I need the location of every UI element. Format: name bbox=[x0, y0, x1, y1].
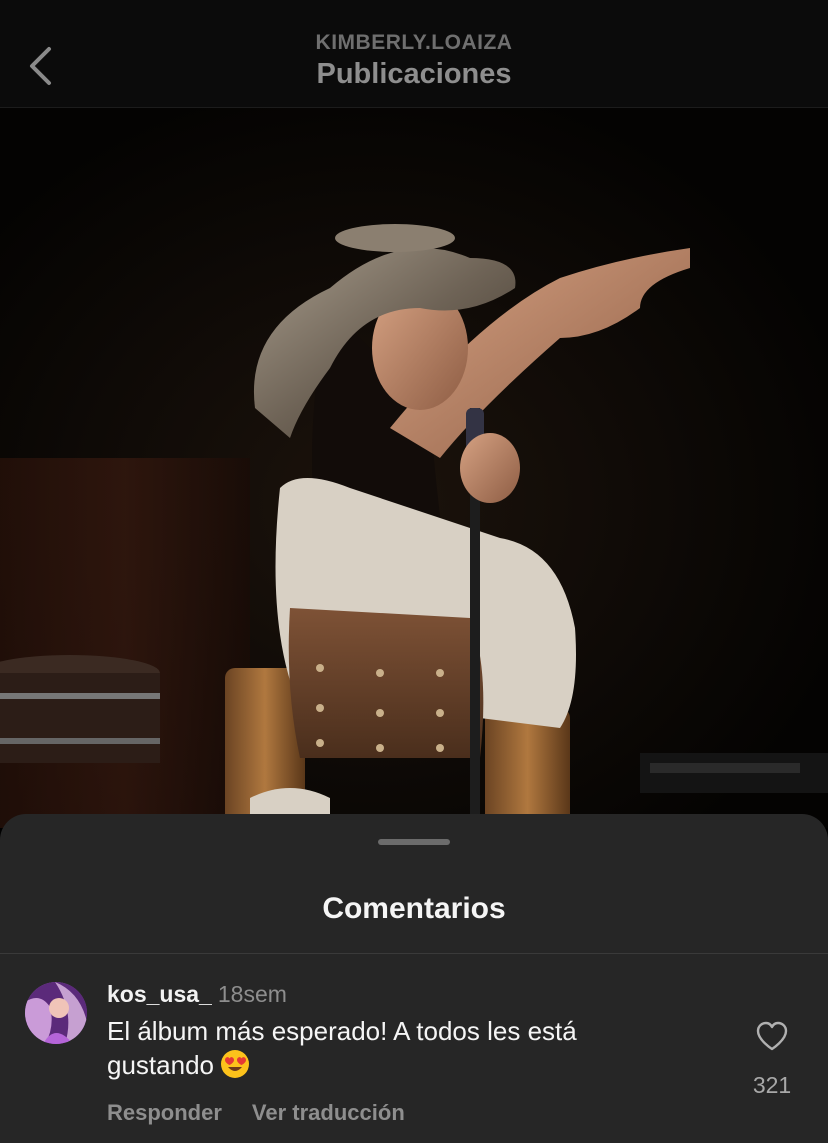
heart-eyes-emoji bbox=[220, 1050, 249, 1078]
divider bbox=[0, 953, 828, 954]
comment-text: El álbum más esperado! A todos les está … bbox=[107, 1014, 667, 1082]
comments-sheet: Comentarios kos_usa_ 18sem El álbum más e… bbox=[0, 814, 828, 1143]
comment-body: El álbum más esperado! A todos les está … bbox=[107, 1016, 577, 1080]
comment-time: 18sem bbox=[217, 981, 287, 1007]
profile-username[interactable]: KIMBERLY.LOAIZA bbox=[0, 30, 828, 56]
avatar-image bbox=[25, 982, 87, 1044]
header-titles: KIMBERLY.LOAIZA Publicaciones bbox=[0, 30, 828, 92]
like-count: 321 bbox=[752, 1072, 792, 1098]
like-button[interactable] bbox=[755, 1020, 789, 1052]
comment-username[interactable]: kos_usa_ bbox=[107, 981, 212, 1007]
screen: KIMBERLY.LOAIZA Publicaciones Comentario… bbox=[0, 0, 828, 1143]
reply-button[interactable]: Responder bbox=[107, 1100, 222, 1125]
comment-header: kos_usa_ 18sem bbox=[107, 980, 287, 1008]
post-image[interactable] bbox=[0, 108, 828, 828]
heart-outline-icon bbox=[756, 1021, 788, 1051]
comment-item: kos_usa_ 18sem El álbum más esperado! A t… bbox=[0, 980, 828, 1140]
avatar[interactable] bbox=[25, 982, 87, 1044]
sheet-drag-handle[interactable] bbox=[378, 839, 450, 845]
post-photo bbox=[0, 108, 828, 828]
page-title: Publicaciones bbox=[316, 58, 512, 90]
header: KIMBERLY.LOAIZA Publicaciones bbox=[0, 0, 828, 108]
comment-actions: Responder Ver traducción bbox=[107, 1100, 405, 1126]
comments-title: Comentarios bbox=[322, 892, 506, 925]
translate-button[interactable]: Ver traducción bbox=[252, 1100, 405, 1125]
